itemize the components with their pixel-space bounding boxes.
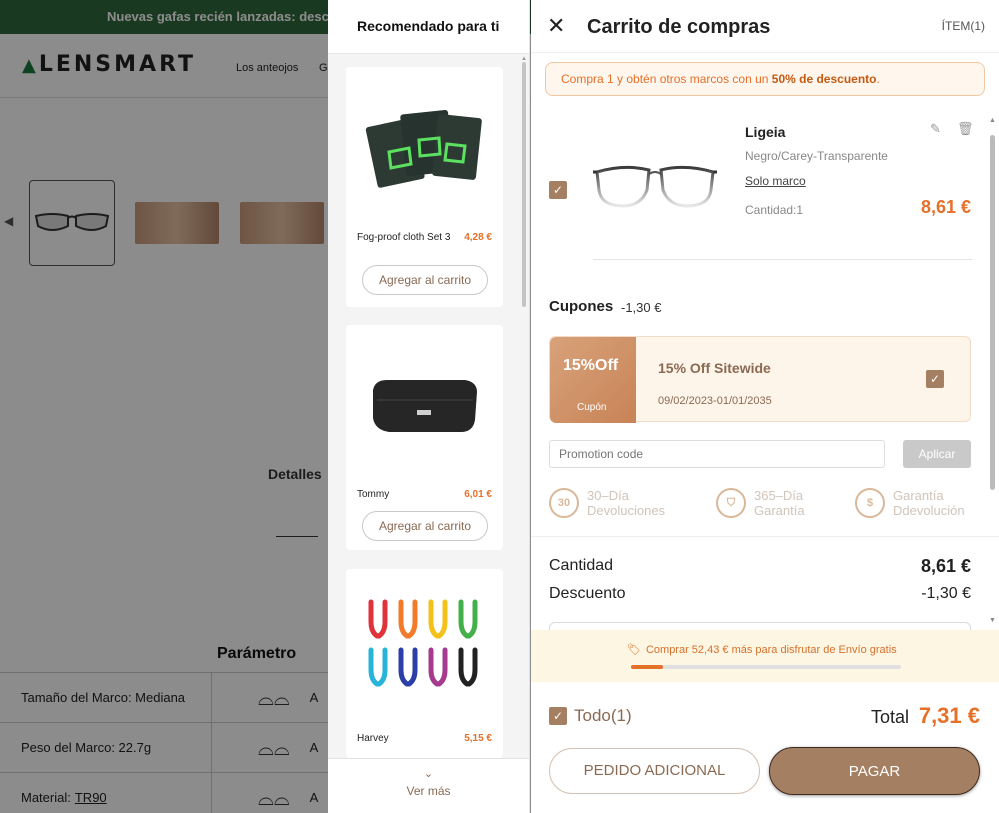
product-image — [354, 335, 495, 475]
see-more-label: Ver más — [406, 784, 451, 798]
chevron-down-icon: ⌄ — [423, 768, 434, 780]
glasses-icon — [593, 165, 717, 208]
item-image[interactable] — [589, 150, 721, 222]
additional-order-button[interactable]: PEDIDO ADICIONAL — [549, 748, 760, 794]
cart-title: Carrito de compras — [587, 16, 771, 38]
item-price: 8,61 € — [920, 197, 971, 217]
feature-text: 30–Día Devoluciones — [587, 488, 666, 518]
total-value: 7,31 € — [918, 703, 980, 728]
add-to-cart-button[interactable]: Agregar al carrito — [362, 511, 488, 541]
coupons-title: Cupones — [549, 298, 614, 315]
cart-header: ✕ Carrito de compras ÍTEM(1) — [531, 0, 999, 53]
product-price: 5,15 € — [464, 733, 492, 744]
banner-text: Compra 1 y obtén otros marcos con un — [561, 72, 772, 86]
shield-icon: ⛉ — [716, 488, 746, 518]
item-name[interactable]: Ligeia — [745, 124, 785, 140]
product-name: Tommy — [357, 489, 390, 500]
divider — [531, 536, 999, 537]
quantity-value: 8,61 € — [920, 556, 971, 576]
total-label: Total — [871, 707, 910, 727]
coupon-tag: 15%Off Cupón — [550, 337, 636, 423]
add-to-cart-button[interactable]: Agregar al carrito — [362, 265, 488, 295]
shipping-progress-fill — [631, 665, 664, 669]
recommendation-title: Recomendado para ti — [328, 0, 529, 54]
item-lens-option[interactable]: Solo marco — [745, 174, 806, 188]
recommendation-panel: Recomendado para ti ▲ Fog-proof cloth Se… — [328, 0, 530, 813]
divider — [593, 259, 972, 260]
coupon-validity: 09/02/2023-01/01/2035 — [658, 395, 772, 407]
scroll-up-arrow[interactable]: ▲ — [989, 117, 996, 124]
banner-highlight: 50% de descuento — [771, 72, 877, 86]
cart-item-count: ÍTEM(1) — [941, 19, 985, 33]
recommendation-card[interactable]: Fog-proof cloth Set 3 4,28 € Agregar al … — [346, 67, 503, 307]
item-quantity: Cantidad:1 — [745, 203, 804, 217]
product-name: Fog-proof cloth Set 3 — [357, 232, 451, 243]
promotion-code-input[interactable] — [549, 440, 885, 468]
coupons-amount: -1,30 € — [621, 300, 662, 315]
discount-banner: Compra 1 y obtén otros marcos con un 50%… — [545, 62, 985, 96]
edit-icon[interactable]: ✎ — [930, 121, 941, 137]
coupon-discount: 15%Off — [563, 357, 619, 374]
cart-scrollbar[interactable] — [990, 135, 995, 490]
apply-button[interactable]: Aplicar — [903, 440, 971, 468]
select-all-label[interactable]: Todo(1) — [574, 706, 632, 726]
shopping-cart-panel: ✕ Carrito de compras ÍTEM(1) Compra 1 y … — [531, 0, 999, 813]
tag-icon: 🏷 — [627, 644, 641, 656]
feature-text: Garantía Ddevolución — [893, 488, 965, 518]
product-image — [354, 579, 495, 709]
trash-icon[interactable]: 🗑 — [957, 121, 974, 137]
item-checkbox[interactable]: ✓ — [549, 181, 567, 199]
coupon-card[interactable]: 15%Off Cupón 15% Off Sitewide 09/02/2023… — [549, 336, 971, 423]
returns-icon: 30 — [549, 488, 579, 518]
quantity-label: Cantidad — [549, 557, 614, 574]
money-back-icon: $ — [855, 488, 885, 518]
product-name: Harvey — [357, 733, 389, 744]
product-price: 6,01 € — [464, 489, 492, 500]
coupon-checkbox[interactable]: ✓ — [926, 370, 944, 388]
recommendation-scrollbar[interactable] — [522, 62, 526, 307]
free-shipping-text: 🏷 Comprar 52,43 € más para disfrutar de E… — [627, 644, 897, 656]
recommendation-card[interactable]: Tommy 6,01 € Agregar al carrito — [346, 325, 503, 550]
scroll-down-arrow[interactable]: ▼ — [989, 617, 996, 624]
discount-value: -1,30 € — [921, 585, 971, 602]
product-image — [354, 77, 495, 217]
coupon-label: Cupón — [577, 402, 607, 413]
see-more-button[interactable]: ⌄ Ver más — [328, 758, 529, 813]
discount-label: Descuento — [549, 585, 626, 602]
banner-suffix: . — [876, 72, 880, 86]
feature-text: 365–Día Garantía — [754, 488, 805, 518]
shipping-progress-track — [631, 665, 901, 669]
coupon-name: 15% Off Sitewide — [658, 360, 771, 376]
free-shipping-bar: 🏷 Comprar 52,43 € más para disfrutar de E… — [531, 630, 999, 682]
nose-pads-icon — [368, 599, 477, 687]
item-variant: Negro/Carey-Transparente — [745, 149, 888, 163]
product-price: 4,28 € — [464, 232, 492, 243]
close-icon[interactable]: ✕ — [547, 15, 565, 37]
recommendation-card[interactable]: Harvey 5,15 € — [346, 569, 503, 758]
glasses-case-icon — [372, 380, 477, 432]
cloth-packs-icon — [365, 109, 482, 188]
pay-button[interactable]: PAGAR — [769, 747, 980, 795]
select-all-checkbox[interactable]: ✓ — [549, 707, 567, 725]
